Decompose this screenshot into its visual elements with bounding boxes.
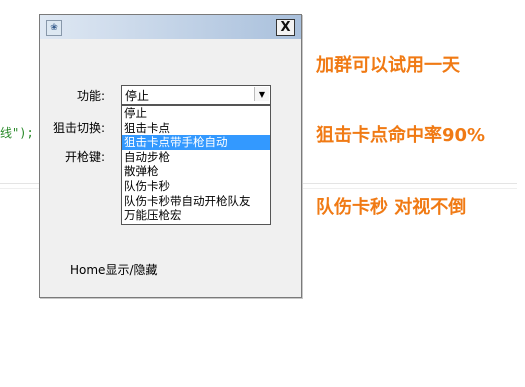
dropdown-option[interactable]: 队伤卡秒带自动开枪队友 (122, 194, 270, 209)
app-icon: ❀ (46, 20, 62, 36)
fire-key-label: 开枪键: (65, 150, 106, 164)
close-button[interactable]: X (276, 19, 295, 36)
dropdown-option[interactable]: 狙击卡点 (122, 121, 270, 136)
sniper-switch-label: 狙击切换: (53, 121, 106, 135)
title-bar[interactable]: ❀ X (40, 15, 301, 39)
promo-line-accuracy: 狙击卡点命中率90% (316, 125, 486, 146)
background-code-fragment: 线"); (0, 126, 34, 140)
dropdown-option[interactable]: 自动步枪 (122, 150, 270, 165)
function-dropdown-list: 停止 狙击卡点 狙击卡点带手枪自动 自动步枪 散弹枪 队伤卡秒 队伤卡秒带自动开… (121, 105, 271, 225)
function-select[interactable]: 停止 ▼ (121, 85, 271, 105)
dropdown-option[interactable]: 队伤卡秒 (122, 179, 270, 194)
tool-window: ❀ X 功能: 狙击切换: 开枪键: 停止 ▼ 停止 狙击卡点 狙击卡点带手枪自… (39, 14, 302, 298)
dropdown-option[interactable]: 散弹枪 (122, 164, 270, 179)
background-divider (302, 188, 517, 189)
chevron-down-icon[interactable]: ▼ (254, 87, 269, 101)
background-divider (302, 183, 517, 184)
dropdown-option[interactable]: 停止 (122, 106, 270, 121)
function-select-value: 停止 (125, 89, 150, 103)
background-divider (0, 188, 40, 189)
promo-line-trial: 加群可以试用一天 (316, 55, 460, 76)
function-label: 功能: (77, 89, 106, 103)
dropdown-option-highlighted[interactable]: 狙击卡点带手枪自动 (122, 135, 270, 150)
dropdown-option[interactable]: 万能压枪宏 (122, 208, 270, 223)
promo-line-team-damage: 队伤卡秒 对视不倒 (316, 197, 467, 218)
close-icon: X (280, 20, 291, 35)
hotkey-hint: Home显示/隐藏 (70, 263, 158, 277)
background-divider (0, 183, 40, 184)
